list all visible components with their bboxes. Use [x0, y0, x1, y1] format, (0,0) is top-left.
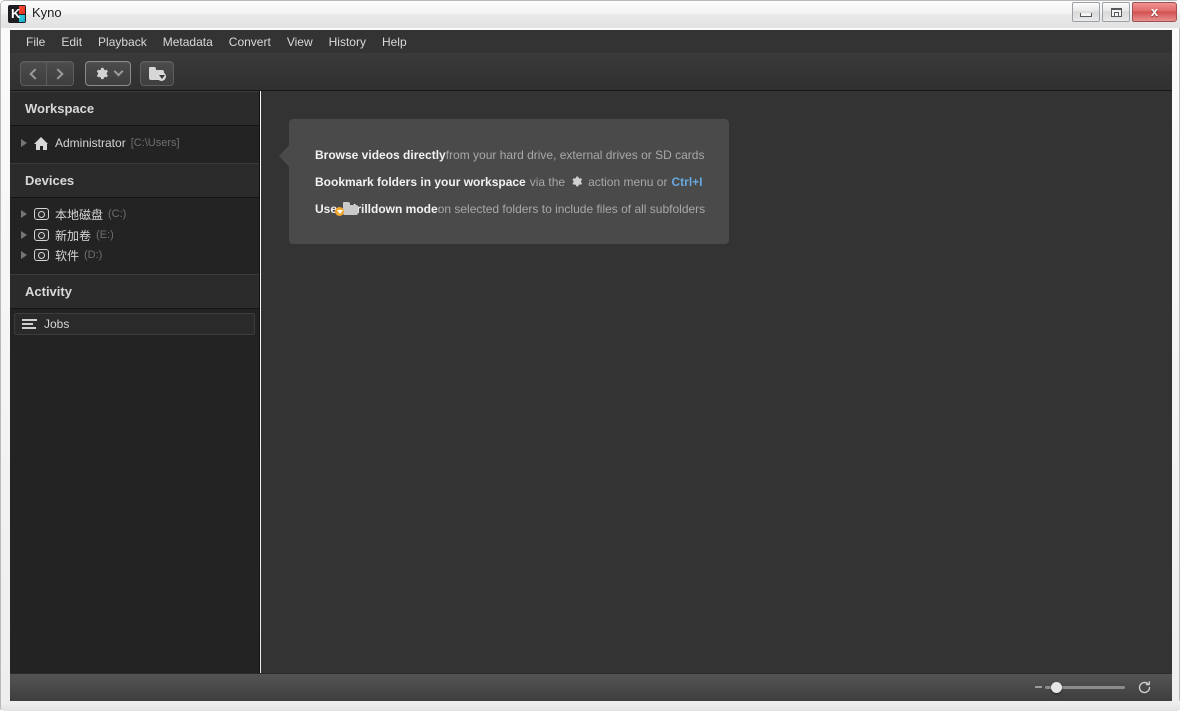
menu-item-view[interactable]: View: [279, 33, 321, 51]
hint-dim-text: on selected folders to include files of …: [438, 202, 706, 216]
menu-item-help[interactable]: Help: [374, 33, 415, 51]
action-menu-target[interactable]: [86, 62, 130, 85]
sidebar-item-label: 新加卷: [55, 227, 91, 244]
hint-dim-text: via the: [530, 175, 565, 189]
minimize-button[interactable]: [1072, 2, 1100, 22]
forward-button[interactable]: [46, 62, 72, 85]
sidebar-item-administrator[interactable]: Administrator [C:\Users]: [10, 131, 259, 155]
window-title: Kyno: [32, 5, 62, 20]
zoom-slider-handle[interactable]: [1051, 682, 1062, 693]
drive-icon: [34, 229, 49, 241]
maximize-icon: [1111, 8, 1122, 17]
sidebar-item-letter: (E:): [96, 229, 114, 241]
jobs-icon: [22, 319, 37, 330]
sidebar-item-path: [C:\Users]: [131, 137, 180, 149]
expand-arrow-icon[interactable]: [21, 251, 27, 259]
gear-icon: [94, 66, 109, 81]
app-logo-icon: K: [8, 5, 26, 23]
chevron-right-icon: [52, 68, 63, 79]
refresh-icon[interactable]: [1137, 680, 1152, 695]
action-menu-button[interactable]: [85, 61, 131, 86]
hint-line-browse: Browse videos directly from your hard dr…: [289, 141, 729, 168]
hint-strong-text: Browse videos directly: [315, 148, 446, 162]
maximize-button[interactable]: [1102, 2, 1130, 22]
hint-line-bookmark: Bookmark folders in your workspace via t…: [289, 168, 729, 195]
onboarding-hint-callout: Browse videos directly from your hard dr…: [289, 119, 729, 244]
chevron-left-icon: [29, 68, 40, 79]
back-button[interactable]: [21, 62, 46, 85]
status-bar: [10, 673, 1172, 701]
menu-item-convert[interactable]: Convert: [221, 33, 279, 51]
section-title-devices: Devices: [25, 173, 74, 188]
sidebar-item-drive-d[interactable]: 软件 (D:): [10, 245, 259, 265]
minimize-icon: [1080, 13, 1092, 17]
hint-shortcut-link[interactable]: Ctrl+I: [671, 175, 702, 189]
hint-line-drilldown: Use drilldown mode on selected folders t…: [289, 195, 729, 222]
main-panel: Browse videos directly from your hard dr…: [261, 91, 1172, 673]
chevron-down-icon: [114, 67, 124, 77]
logo-letter: K: [11, 6, 20, 22]
folder-drilldown-icon: [149, 67, 165, 80]
sidebar-item-drive-e[interactable]: 新加卷 (E:): [10, 225, 259, 245]
drilldown-mode-target[interactable]: [141, 62, 173, 85]
sidebar-item-label: 本地磁盘: [55, 206, 103, 223]
gear-icon: [570, 175, 583, 188]
sidebar-item-jobs[interactable]: Jobs: [14, 313, 255, 335]
expand-arrow-icon[interactable]: [21, 139, 27, 147]
section-title-activity: Activity: [25, 284, 72, 299]
menu-item-history[interactable]: History: [321, 33, 374, 51]
hint-dim-text: from your hard drive, external drives or…: [446, 148, 705, 162]
drive-icon: [34, 208, 49, 220]
sidebar-item-letter: (D:): [84, 249, 102, 261]
hint-strong-prefix: Use: [315, 202, 337, 216]
zoom-out-icon[interactable]: [1035, 686, 1042, 688]
sidebar-section-devices: Devices: [10, 163, 259, 198]
menu-item-metadata[interactable]: Metadata: [155, 33, 221, 51]
menu-item-edit[interactable]: Edit: [53, 33, 90, 51]
close-button[interactable]: x: [1132, 2, 1177, 22]
section-title-workspace: Workspace: [25, 101, 94, 116]
app-window: K Kyno x File Edit Playback Metadata Con…: [0, 0, 1180, 710]
menu-item-playback[interactable]: Playback: [90, 33, 155, 51]
home-icon: [34, 137, 49, 150]
toolbar: [10, 53, 1172, 91]
expand-arrow-icon[interactable]: [21, 210, 27, 218]
sidebar-item-label: Jobs: [44, 317, 69, 331]
window-controls: x: [1070, 2, 1177, 22]
hint-dim-text-2: action menu or: [588, 175, 667, 189]
sidebar-item-label: 软件: [55, 247, 79, 264]
sidebar: Workspace Administrator [C:\Users] Devic…: [10, 91, 260, 673]
drive-icon: [34, 249, 49, 261]
hint-strong-text: drilldown mode: [349, 202, 438, 216]
sidebar-section-activity: Activity: [10, 274, 259, 309]
title-bar: K Kyno x: [1, 1, 1180, 28]
sidebar-section-workspace: Workspace: [10, 91, 259, 126]
navigation-button-group: [20, 61, 74, 86]
expand-arrow-icon[interactable]: [21, 231, 27, 239]
callout-pointer: [279, 144, 290, 168]
menu-bar: File Edit Playback Metadata Convert View…: [10, 30, 1172, 53]
sidebar-item-drive-c[interactable]: 本地磁盘 (C:): [10, 203, 259, 225]
sidebar-item-label: Administrator: [55, 136, 126, 150]
zoom-slider[interactable]: [1045, 686, 1125, 689]
drilldown-mode-button[interactable]: [140, 61, 174, 86]
menu-item-file[interactable]: File: [18, 33, 53, 51]
hint-strong-text: Bookmark folders in your workspace: [315, 175, 526, 189]
sidebar-item-letter: (C:): [108, 208, 126, 220]
content-area: Workspace Administrator [C:\Users] Devic…: [10, 91, 1172, 673]
close-icon: x: [1151, 5, 1158, 19]
